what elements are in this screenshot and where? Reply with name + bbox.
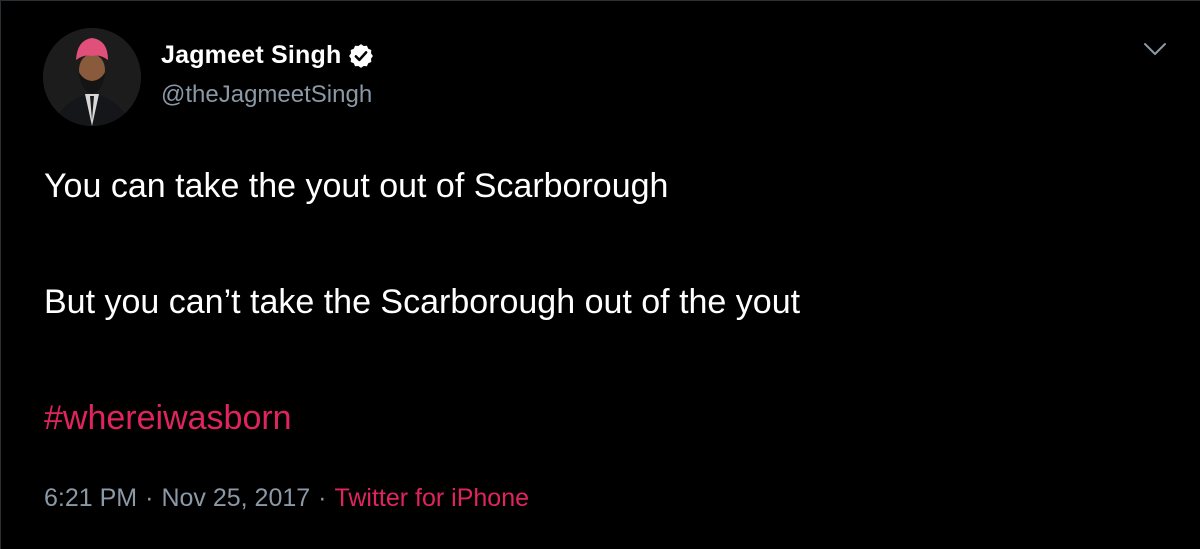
tweet-card: Jagmeet Singh @theJagmeetSingh You can t… <box>0 0 1200 549</box>
tweet-time[interactable]: 6:21 PM <box>44 484 137 513</box>
meta-separator: · <box>318 484 327 512</box>
tweet-date[interactable]: Nov 25, 2017 <box>161 484 310 513</box>
display-name[interactable]: Jagmeet Singh <box>161 41 341 70</box>
avatar[interactable] <box>43 28 141 126</box>
tweet-text-line-1: You can take the yout out of Scarborough <box>44 167 669 205</box>
tweet-meta: 6:21 PM · Nov 25, 2017 · Twitter for iPh… <box>44 484 529 513</box>
tweet-text-line-2: But you can’t take the Scarborough out o… <box>44 283 801 321</box>
chevron-down-icon[interactable] <box>1141 39 1169 59</box>
avatar-image <box>43 28 141 126</box>
author-handle[interactable]: @theJagmeetSingh <box>161 81 372 109</box>
tweet-source-link[interactable]: Twitter for iPhone <box>334 484 529 513</box>
meta-separator: · <box>145 484 154 512</box>
author-name-row: Jagmeet Singh <box>161 41 375 70</box>
verified-badge-icon <box>349 43 374 68</box>
hashtag-link[interactable]: #whereiwasborn <box>44 399 292 438</box>
